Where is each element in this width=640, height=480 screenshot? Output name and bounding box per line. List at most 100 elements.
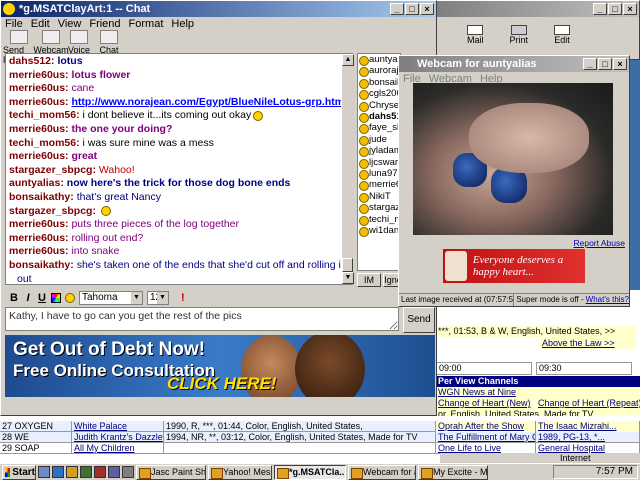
edit-button[interactable]: Edit	[554, 25, 571, 45]
chat-scrollbar[interactable]: ▲ ▼	[341, 54, 354, 284]
menu-file[interactable]: File	[5, 17, 23, 31]
chat-message: merrie60us: great	[9, 150, 349, 164]
report-abuse-link[interactable]: Report Abuse	[573, 238, 625, 248]
debt-ad-banner[interactable]: Get Out of Debt Now! Free Online Consult…	[5, 335, 435, 397]
chat-text: puts three pieces of the log together	[71, 218, 239, 231]
taskbar-button[interactable]: Yahoo! Messen...	[208, 464, 272, 480]
user-list-item[interactable]: stargazer_	[358, 202, 400, 215]
edit-icon	[554, 25, 571, 35]
show-link[interactable]: 1989, PG-13, *...	[536, 432, 640, 443]
chat-message: techi_mom56: i dont believe it...its com…	[9, 109, 349, 123]
voice-button[interactable]: Voice	[63, 30, 95, 55]
chat-text: lotus flower	[71, 68, 131, 81]
italic-button[interactable]: I	[23, 292, 33, 304]
taskbar-button[interactable]: Webcam for au...	[348, 464, 416, 480]
color-icon[interactable]	[51, 293, 61, 303]
size-select[interactable]: 12	[147, 291, 169, 305]
menu-view[interactable]: View	[58, 17, 82, 31]
maximize-button[interactable]: □	[608, 3, 622, 15]
maximize-button[interactable]: □	[598, 58, 612, 70]
user-list-item[interactable]: jyladams	[358, 145, 400, 158]
menu-friend[interactable]: Friend	[89, 17, 120, 31]
user-list-item[interactable]: merrie60u	[358, 179, 400, 192]
user-list-item[interactable]: luna9786	[358, 168, 400, 181]
whats-this-link[interactable]: What's this?	[584, 294, 629, 306]
chat-message: merrie60us: cane	[9, 82, 349, 96]
show-link[interactable]: Judith Krantz's Dazzle	[72, 432, 164, 443]
listing-link[interactable]: Change of Heart (Repeat)	[536, 398, 640, 409]
chat-sender: merrie60us:	[9, 68, 69, 81]
menu-format[interactable]: Format	[129, 17, 164, 31]
show-link[interactable]: White Palace	[72, 421, 164, 432]
scroll-up-arrow[interactable]: ▲	[342, 54, 354, 66]
listing-link[interactable]: WGN News at Nine	[436, 387, 640, 398]
chat-text[interactable]: http://www.norajean.com/Egypt/BlueNileLo…	[71, 96, 344, 108]
quicklaunch-icon[interactable]	[108, 466, 120, 478]
show-link[interactable]: The Fulfillment of Mary Gray	[436, 432, 536, 443]
chat-button[interactable]: Chat	[93, 30, 125, 55]
show-link[interactable]: The Isaac Mizrahi...	[536, 421, 640, 432]
close-button[interactable]: ×	[613, 58, 627, 70]
user-list[interactable]: auntyaliasaurorajvbonsaikathcgls2001Chry…	[357, 53, 401, 271]
underline-button[interactable]: U	[37, 292, 47, 304]
chat-message: auntyalias: now here's the trick for tho…	[9, 177, 349, 191]
bold-button[interactable]: B	[9, 292, 19, 304]
quicklaunch-icon[interactable]	[122, 466, 134, 478]
chat-sender: stargazer_sbpcg:	[9, 163, 96, 176]
chat-message: merrie60us: into snake	[9, 245, 349, 259]
taskbar-button[interactable]: *g.MSATCla...	[274, 464, 346, 480]
scroll-thumb[interactable]	[342, 258, 353, 272]
quicklaunch-icon[interactable]	[80, 466, 92, 478]
show-link[interactable]: All My Children	[72, 443, 164, 454]
message-input[interactable]	[5, 307, 399, 331]
emoticon-icon[interactable]	[65, 293, 75, 303]
ad-cta[interactable]: CLICK HERE!	[167, 374, 277, 394]
heart-ad-banner[interactable]: Everyone deserves a happy heart...	[443, 249, 585, 283]
user-list-item[interactable]: ljcswartz	[358, 157, 400, 170]
menu-edit[interactable]: Edit	[31, 17, 50, 31]
font-select[interactable]: Tahoma	[79, 291, 143, 305]
user-list-item[interactable]: jude	[358, 134, 400, 147]
quicklaunch-icon[interactable]	[38, 466, 50, 478]
chat-text: i dont believe it...its coming out okay	[82, 109, 252, 122]
system-tray: 7:57 PM	[552, 465, 638, 479]
quicklaunch-icon[interactable]	[52, 466, 64, 478]
chat-text: rolling out end?	[71, 231, 144, 244]
user-list-item[interactable]: dahs512	[358, 111, 400, 124]
listing-link[interactable]: Above the Law >>	[540, 338, 636, 349]
scroll-down-arrow[interactable]: ▼	[342, 272, 354, 284]
minimize-button[interactable]: _	[593, 3, 607, 15]
messenger-icon	[3, 3, 15, 15]
user-list-item[interactable]: bonsaikath	[358, 77, 400, 90]
show-link[interactable]: Oprah After the Show	[436, 421, 536, 432]
windows-logo-icon	[5, 467, 11, 477]
minimize-button[interactable]: _	[390, 3, 404, 15]
listing-link[interactable]: Change of Heart (New)	[436, 398, 534, 409]
start-button[interactable]: Start	[2, 464, 36, 480]
close-button[interactable]: ×	[420, 3, 434, 15]
user-list-item[interactable]: auntyalias	[358, 54, 400, 67]
user-list-item[interactable]: Chryse	[358, 100, 400, 113]
close-button[interactable]: ×	[623, 3, 637, 15]
taskbar-button[interactable]: My Excite - Mic...	[418, 464, 488, 480]
quicklaunch-icon[interactable]	[66, 466, 78, 478]
quicklaunch-icon[interactable]	[94, 466, 106, 478]
chat-log[interactable]: dahs512: lotus merrie60us: lotus flower me…	[5, 53, 353, 285]
user-list-item[interactable]: techi_mo	[358, 214, 400, 227]
user-list-item[interactable]: wi1dangl	[358, 225, 400, 238]
user-list-item[interactable]: aurorajv	[358, 65, 400, 78]
show-detail: 1994, NR, **, 03:12, Color, English, Uni…	[164, 432, 436, 443]
send-button[interactable]: Send	[403, 307, 435, 333]
minimize-button[interactable]: _	[583, 58, 597, 70]
im-button[interactable]: IM	[357, 273, 381, 287]
taskbar-button[interactable]: Jasc Paint Sho...	[136, 464, 206, 480]
user-list-item[interactable]: cgls2001	[358, 88, 400, 101]
mail-button[interactable]: Mail	[467, 25, 484, 45]
maximize-button[interactable]: □	[405, 3, 419, 15]
print-button[interactable]: Print	[510, 25, 528, 45]
user-list-item[interactable]: NikiT	[358, 191, 400, 204]
menu-help[interactable]: Help	[171, 17, 194, 31]
chat-menu-bar: File Edit View Friend Format Help	[1, 17, 436, 31]
user-list-item[interactable]: faye_shel	[358, 122, 400, 135]
alert-icon[interactable]: !	[181, 292, 185, 304]
